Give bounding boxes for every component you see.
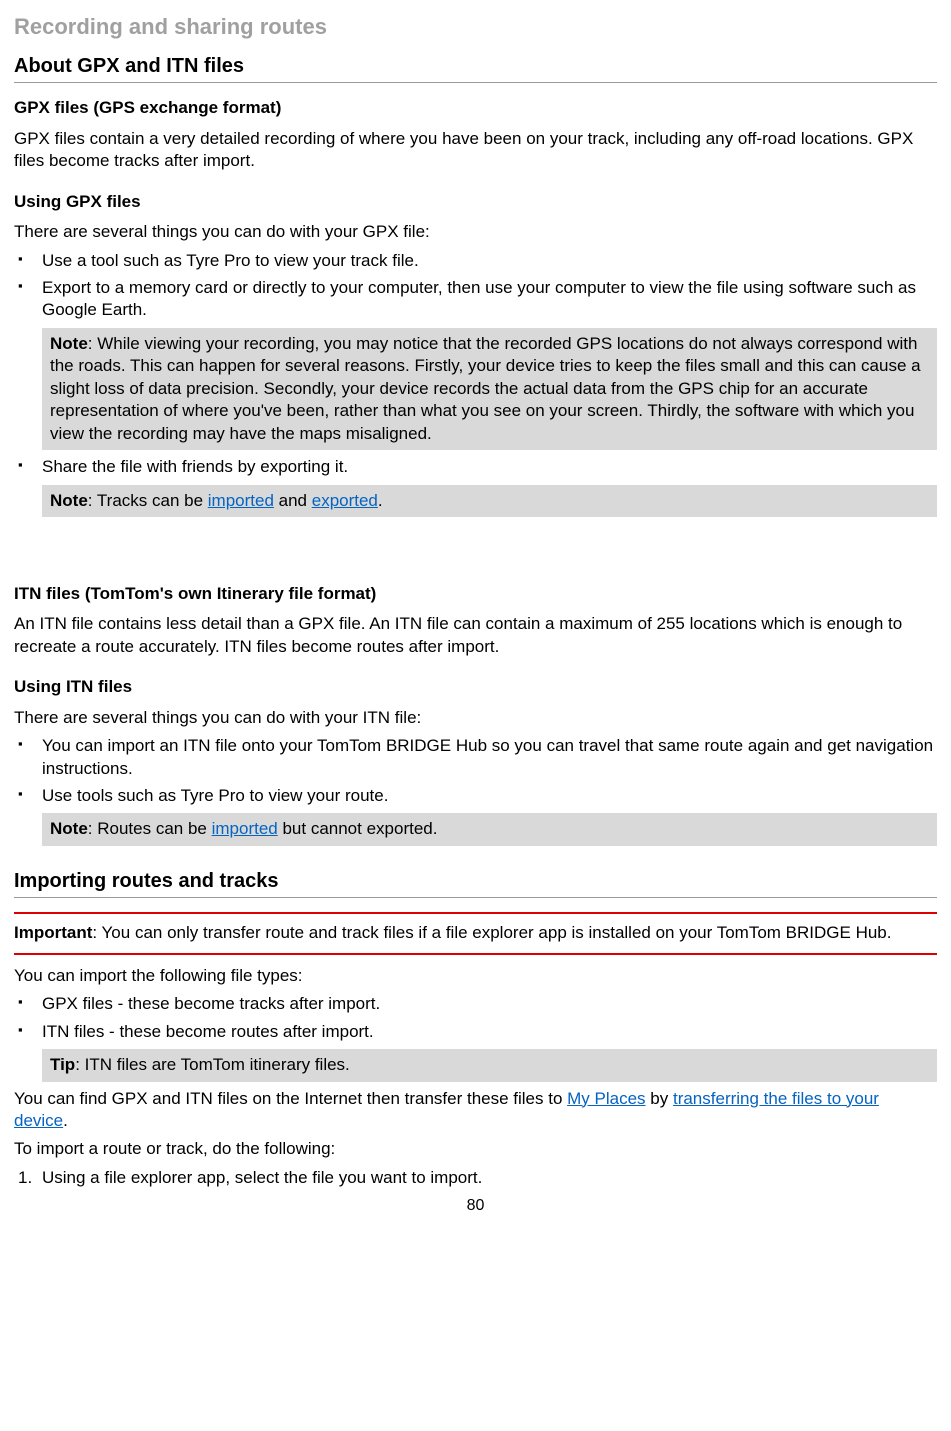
itn-using-intro: There are several things you can do with… — [14, 707, 937, 729]
important-block: Important: You can only transfer route a… — [14, 912, 937, 954]
note-label: Note — [50, 819, 88, 838]
list-item: ITN files - these become routes after im… — [14, 1021, 937, 1043]
note-text-post: but cannot exported. — [278, 819, 438, 838]
importing-steps: 1. Using a file explorer app, select the … — [14, 1167, 937, 1189]
importing-para: You can find GPX and ITN files on the In… — [14, 1088, 937, 1133]
para-mid: by — [646, 1089, 673, 1108]
itn-bullet-list: You can import an ITN file onto your Tom… — [14, 735, 937, 807]
note-label: Note — [50, 334, 88, 353]
importing-steps-intro: To import a route or track, do the follo… — [14, 1138, 937, 1160]
important-text: : You can only transfer route and track … — [92, 923, 891, 942]
list-item: Use a tool such as Tyre Pro to view your… — [14, 250, 937, 272]
subsection-importing: Importing routes and tracks — [14, 868, 937, 898]
note-label: Note — [50, 491, 88, 510]
itn-intro: An ITN file contains less detail than a … — [14, 613, 937, 658]
tip-label: Tip — [50, 1055, 75, 1074]
tip-text: : ITN files are TomTom itinerary files. — [75, 1055, 350, 1074]
important-label: Important — [14, 923, 92, 942]
gpx-using-title: Using GPX files — [14, 191, 937, 213]
step-text: Using a file explorer app, select the fi… — [42, 1168, 482, 1187]
link-exported[interactable]: exported — [312, 491, 378, 510]
para-post: . — [63, 1111, 68, 1130]
list-item: GPX files - these become tracks after im… — [14, 993, 937, 1015]
importing-tip: Tip: ITN files are TomTom itinerary file… — [42, 1049, 937, 1081]
gpx-intro: GPX files contain a very detailed record… — [14, 128, 937, 173]
note-text-post: . — [378, 491, 383, 510]
note-text-mid: and — [274, 491, 312, 510]
section-title: Recording and sharing routes — [14, 12, 937, 41]
importing-intro: You can import the following file types: — [14, 965, 937, 987]
step-item: 1. Using a file explorer app, select the … — [14, 1167, 937, 1189]
gpx-note-1: Note: While viewing your recording, you … — [42, 328, 937, 450]
link-imported[interactable]: imported — [208, 491, 274, 510]
note-text-pre: : Tracks can be — [88, 491, 208, 510]
itn-note: Note: Routes can be imported but cannot … — [42, 813, 937, 845]
list-item: You can import an ITN file onto your Tom… — [14, 735, 937, 780]
note-text: : While viewing your recording, you may … — [50, 334, 921, 443]
subsection-about: About GPX and ITN files — [14, 53, 937, 83]
list-item: Export to a memory card or directly to y… — [14, 277, 937, 322]
step-number: 1. — [18, 1167, 32, 1189]
list-item: Use tools such as Tyre Pro to view your … — [14, 785, 937, 807]
link-imported[interactable]: imported — [212, 819, 278, 838]
gpx-bullet-list-2: Share the file with friends by exporting… — [14, 456, 937, 478]
note-text-pre: : Routes can be — [88, 819, 212, 838]
gpx-title: GPX files (GPS exchange format) — [14, 97, 937, 119]
itn-title: ITN files (TomTom's own Itinerary file f… — [14, 583, 937, 605]
gpx-using-intro: There are several things you can do with… — [14, 221, 937, 243]
para-pre: You can find GPX and ITN files on the In… — [14, 1089, 567, 1108]
importing-bullet-list: GPX files - these become tracks after im… — [14, 993, 937, 1043]
itn-using-title: Using ITN files — [14, 676, 937, 698]
page-number: 80 — [14, 1195, 937, 1216]
gpx-bullet-list: Use a tool such as Tyre Pro to view your… — [14, 250, 937, 322]
link-my-places[interactable]: My Places — [567, 1089, 645, 1108]
gpx-note-2: Note: Tracks can be imported and exporte… — [42, 485, 937, 517]
list-item: Share the file with friends by exporting… — [14, 456, 937, 478]
